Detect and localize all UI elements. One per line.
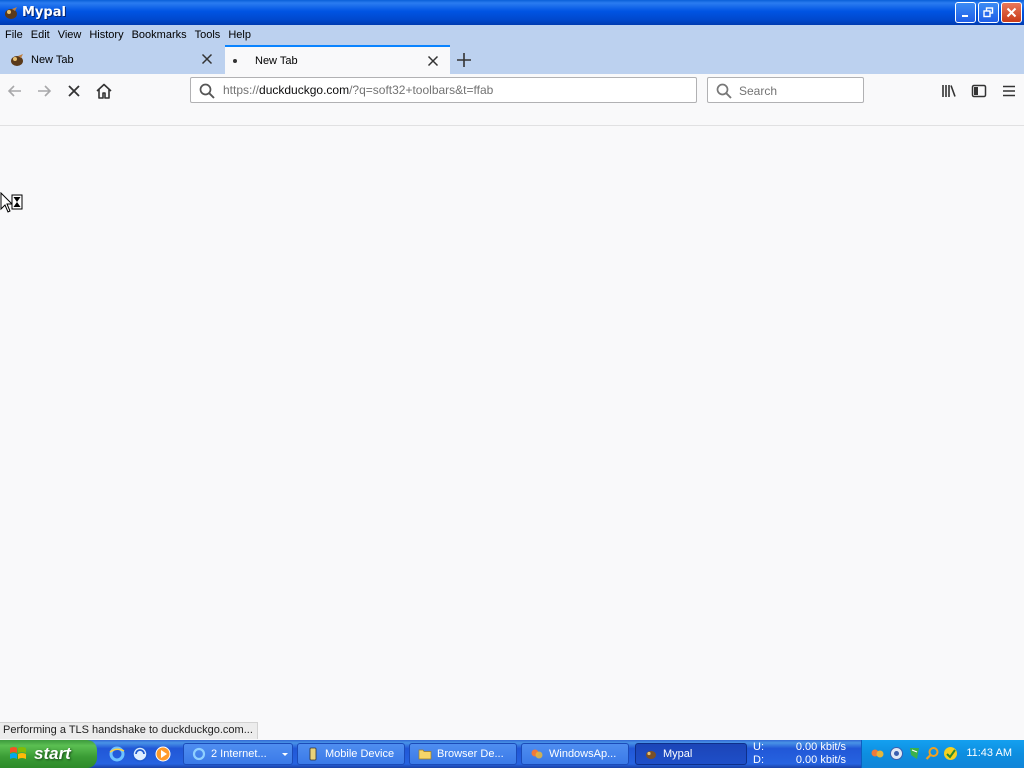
net-up-value: 0.00 kbit/s [795,741,846,753]
library-icon[interactable] [939,81,959,101]
menu-history[interactable]: History [89,29,123,41]
taskbar-button-windowsap[interactable]: WindowsAp... [521,743,629,765]
restore-button[interactable] [978,2,999,23]
browser-quicklaunch-icon[interactable] [131,745,149,763]
taskbar-button-label: Mobile Device [325,748,395,760]
close-window-button[interactable] [1001,2,1022,23]
taskbar-button-mypal[interactable]: Mypal [635,743,747,765]
folder-icon [418,749,432,760]
tray-update-icon[interactable] [943,746,958,761]
tab-new-tab-2[interactable]: New Tab [225,45,450,74]
taskbar-button-mobile-device[interactable]: Mobile Device [297,743,405,765]
window-titlebar[interactable]: Mypal [0,0,1024,25]
menu-file[interactable]: File [5,29,23,41]
page-content[interactable] [0,127,1024,740]
mypal-app-icon [646,751,656,759]
navigation-toolbar: https://duckduckgo.com/?q=soft32+toolbar… [0,74,1024,126]
net-down-value: 0.00 kbit/s [795,754,846,766]
back-arrow-icon[interactable] [5,81,25,101]
status-bar: Performing a TLS handshake to duckduckgo… [0,722,258,739]
clock[interactable]: 11:43 AM [966,747,1012,759]
window-title: Mypal [22,5,66,20]
menu-bookmarks[interactable]: Bookmarks [132,29,187,41]
windows-app-icon [531,749,543,759]
windows-taskbar: start 2 Internet... Mobile Device Browse… [0,740,1024,768]
net-up-label: U: [753,741,764,753]
home-icon[interactable] [94,81,114,101]
url-scheme: https:// [223,83,260,97]
url-domain: duckduckgo.com [259,83,350,97]
start-label: start [34,744,71,763]
new-tab-plus-icon[interactable] [455,51,473,69]
hamburger-menu-icon[interactable] [999,81,1019,101]
taskbar-button-label: 2 Internet... [211,748,267,760]
close-tab-icon[interactable] [200,52,214,66]
tray-security-icon[interactable] [907,746,922,761]
dropdown-arrow-icon [282,753,288,756]
taskbar-button-label: WindowsAp... [549,748,617,760]
menu-view[interactable]: View [58,29,82,41]
menu-tools[interactable]: Tools [195,29,221,41]
sidebar-toggle-icon[interactable] [969,81,989,101]
url-path: /?q=soft32+toolbars&t=ffab [349,83,494,97]
menu-edit[interactable]: Edit [31,29,50,41]
minimize-button[interactable] [955,2,976,23]
mypal-app-icon [3,5,19,21]
search-placeholder: Search [739,84,778,98]
tray-search-icon[interactable] [925,746,940,761]
taskbar-button-internet[interactable]: 2 Internet... [183,743,293,765]
menu-bar: File Edit View History Bookmarks Tools H… [0,25,1024,45]
mypal-tab-icon [9,52,25,68]
close-tab-icon[interactable] [426,54,440,68]
net-down-label: D: [753,754,764,766]
taskbar-button-browser-de[interactable]: Browser De... [409,743,517,765]
url-bar[interactable]: https://duckduckgo.com/?q=soft32+toolbar… [190,77,697,103]
tab-label: New Tab [31,53,74,66]
tab-label: New Tab [255,54,298,67]
search-icon [199,83,215,102]
tray-network-icon[interactable] [889,746,904,761]
busy-cursor-icon [0,191,24,216]
loading-dot-icon [233,58,237,63]
start-button[interactable]: start [0,740,97,768]
url-text: https://duckduckgo.com/?q=soft32+toolbar… [223,83,493,97]
windows-logo-icon [10,747,26,759]
search-bar[interactable]: Search [707,77,864,103]
taskbar-button-label: Mypal [663,748,693,760]
ie-icon [192,747,206,761]
search-icon [716,83,732,102]
tab-new-tab-1[interactable]: New Tab [0,45,224,74]
menu-help[interactable]: Help [228,29,251,41]
stop-loading-icon[interactable] [64,81,84,101]
tab-strip: New Tab New Tab [0,45,1024,74]
taskbar-button-label: Browser De... [437,748,504,760]
ie-quicklaunch-icon[interactable] [108,745,126,763]
tray-app-icon[interactable] [870,746,885,761]
media-player-quicklaunch-icon[interactable] [154,745,172,763]
forward-arrow-icon[interactable] [34,81,54,101]
mobile-device-icon [309,747,317,761]
network-monitor: U: D: 0.00 kbit/s 0.00 kbit/s [750,740,860,768]
system-tray: 11:43 AM [861,740,1024,768]
